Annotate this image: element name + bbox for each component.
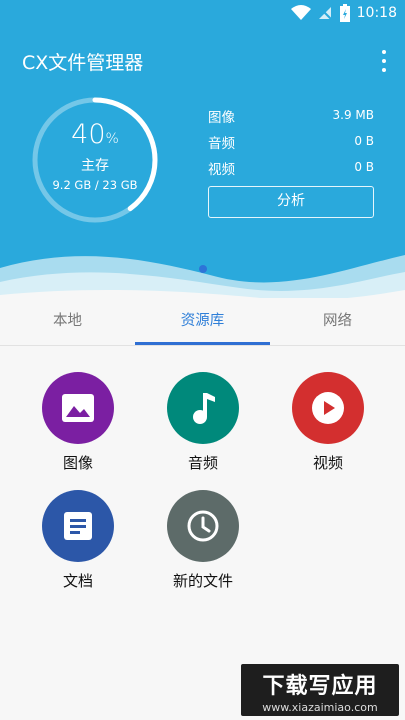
stat-row-video: 视频 0 B xyxy=(208,160,374,178)
library-item-images[interactable]: 图像 xyxy=(23,372,133,482)
library-item-label: 图像 xyxy=(62,454,93,472)
status-icons: 10:18 xyxy=(290,4,397,22)
storage-percent: 40% xyxy=(71,119,119,150)
library-item-icon-bg xyxy=(42,490,114,562)
media-stats: 图像 3.9 MB 音频 0 B 视频 0 B xyxy=(208,104,376,182)
tab-bar: 本地 资源库 网络 xyxy=(0,298,405,346)
tab-indicator xyxy=(135,342,270,345)
library-item-label: 音频 xyxy=(187,454,218,472)
library-item-audio[interactable]: 音频 xyxy=(148,372,258,482)
library-item-icon-bg xyxy=(167,490,239,562)
watermark-title: 下载写应用 xyxy=(262,674,378,699)
battery-charging-icon xyxy=(339,4,350,22)
stat-row-audio: 音频 0 B xyxy=(208,134,374,152)
library-item-recent[interactable]: 新的文件 xyxy=(148,490,258,600)
screen: 10:18 CX文件管理器 40% 主存 9.2 GB / 23 GB 图像 3… xyxy=(0,0,405,720)
more-vert-icon xyxy=(382,50,386,54)
library-item-documents[interactable]: 文档 xyxy=(23,490,133,600)
more-options-button[interactable] xyxy=(377,50,391,72)
tab-library[interactable]: 资源库 xyxy=(135,298,270,346)
analyze-button[interactable]: 分析 xyxy=(208,186,374,218)
library-item-icon-bg xyxy=(167,372,239,444)
document-icon xyxy=(64,512,92,540)
library-item-label: 视频 xyxy=(312,454,343,472)
tab-network[interactable]: 网络 xyxy=(270,298,405,346)
library-item-icon-bg xyxy=(292,372,364,444)
watermark-url: www.xiazaimiao.com xyxy=(262,701,378,714)
image-icon xyxy=(62,394,94,422)
music-note-icon xyxy=(193,393,215,424)
watermark-logo: 下载写应用 www.xiazaimiao.com xyxy=(241,664,399,716)
storage-label: 主存 xyxy=(81,158,109,174)
library-item-icon-bg xyxy=(42,372,114,444)
play-circle-icon xyxy=(312,392,344,424)
page-indicator-dot xyxy=(199,265,207,273)
app-title: CX文件管理器 xyxy=(22,52,144,74)
library-item-video[interactable]: 视频 xyxy=(273,372,383,482)
library-item-label: 新的文件 xyxy=(172,572,233,590)
clock-icon xyxy=(187,510,219,542)
app-bar: CX文件管理器 xyxy=(0,40,405,80)
storage-gauge-text: 40% 主存 9.2 GB / 23 GB xyxy=(30,95,160,225)
stat-row-images: 图像 3.9 MB xyxy=(208,108,374,126)
library-item-label: 文档 xyxy=(62,572,93,590)
storage-size: 9.2 GB / 23 GB xyxy=(52,178,138,192)
wifi-icon xyxy=(290,5,311,20)
tab-local[interactable]: 本地 xyxy=(0,298,135,346)
signal-off-icon xyxy=(317,6,332,20)
status-time: 10:18 xyxy=(356,5,397,21)
status-bar: 10:18 xyxy=(0,0,405,28)
